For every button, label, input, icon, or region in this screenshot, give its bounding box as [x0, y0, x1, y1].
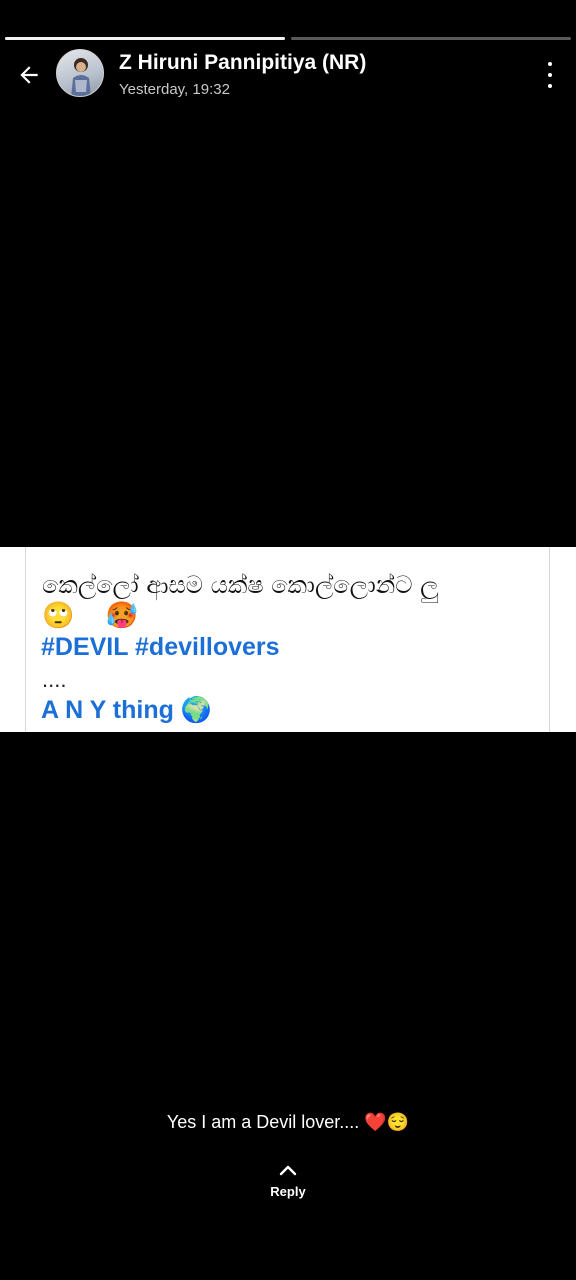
progress-segment-2: [291, 37, 571, 40]
reply-label: Reply: [270, 1184, 306, 1199]
story-caption: Yes I am a Devil lover.... ❤️😌: [166, 1112, 410, 1132]
menu-dot: [548, 73, 552, 77]
post-ellipsis: ....: [42, 667, 67, 692]
profile-photo: [71, 58, 91, 96]
arrow-left-icon: [20, 66, 38, 84]
story-author-name[interactable]: Z Hiruni Pannipitiya (NR): [119, 51, 366, 75]
post-any-thing: A N Y thing 🌍: [41, 696, 212, 724]
post-emojis: 🙄😈🥵: [42, 601, 140, 631]
back-button[interactable]: [14, 60, 44, 90]
story-progress-bar: [5, 37, 571, 41]
progress-segment-1: [5, 37, 285, 40]
progress-fill: [5, 37, 285, 40]
more-options-button[interactable]: [538, 62, 562, 88]
post-hashtags[interactable]: #DEVIL #devillovers: [41, 633, 280, 662]
reply-button[interactable]: Reply: [258, 1163, 318, 1199]
post-text: කෙල්ලෝ ආසම යක්ෂ කොල්ලොන්ට ලු: [42, 571, 439, 599]
story-header: Z Hiruni Pannipitiya (NR) Yesterday, 19:…: [0, 48, 576, 102]
story-timestamp: Yesterday, 19:32: [119, 81, 230, 98]
shared-post-card: කෙල්ලෝ ආසම යක්ෂ කොල්ලොන්ට ලු 🙄😈🥵 #DEVIL …: [0, 547, 576, 732]
more-vertical-icon: [548, 62, 552, 66]
chevron-up-icon: [279, 1165, 297, 1176]
avatar[interactable]: [56, 49, 104, 97]
post-content: කෙල්ලෝ ආසම යක්ෂ කොල්ලොන්ට ලු 🙄😈🥵 #DEVIL …: [25, 547, 550, 732]
menu-dot: [548, 84, 552, 88]
